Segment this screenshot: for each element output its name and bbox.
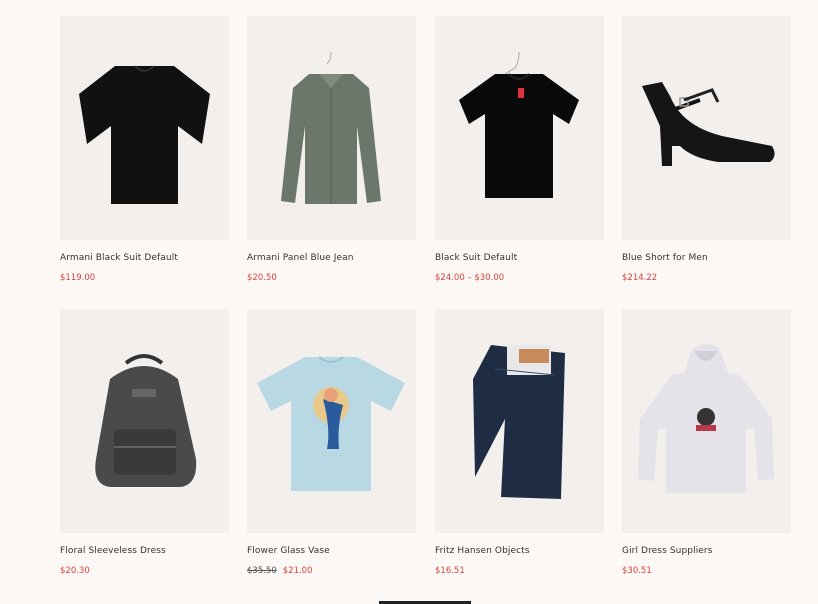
product-image-black-poncho-top[interactable] <box>60 16 229 240</box>
product-name[interactable]: Floral Sleeveless Dress <box>60 546 229 556</box>
product-grid: Armani Black Suit Default $119.00 Armani… <box>0 0 818 604</box>
product-name[interactable]: Fritz Hansen Objects <box>435 546 604 556</box>
product-price: $20.30 <box>60 566 229 576</box>
old-price: $35.50 <box>247 566 277 576</box>
product-price: $35.50 $21.00 <box>247 566 416 576</box>
product-image-gray-backpack[interactable] <box>60 309 229 533</box>
product-image-black-tshirt[interactable] <box>435 16 604 240</box>
current-price: $30.51 <box>622 566 652 576</box>
product-name[interactable]: Black Suit Default <box>435 253 604 263</box>
product-image-green-shirt[interactable] <box>247 16 416 240</box>
product-image-light-blue-tshirt[interactable] <box>247 309 416 533</box>
product-name[interactable]: Blue Short for Men <box>622 253 791 263</box>
product-price: $20.50 <box>247 273 416 283</box>
current-price: $214.22 <box>622 273 658 283</box>
current-price: $119.00 <box>60 273 96 283</box>
current-price: $20.30 <box>60 566 90 576</box>
product-price: $214.22 <box>622 273 791 283</box>
product-image-black-heels[interactable] <box>622 16 791 240</box>
product-price: $24.00 – $30.00 <box>435 273 604 283</box>
product-image-white-hoodie[interactable] <box>622 309 791 533</box>
product-price: $16.51 <box>435 566 604 576</box>
current-price: $24.00 – $30.00 <box>435 273 505 283</box>
product-name[interactable]: Girl Dress Suppliers <box>622 546 791 556</box>
current-price: $16.51 <box>435 566 465 576</box>
current-price: $20.50 <box>247 273 277 283</box>
product-price: $30.51 <box>622 566 791 576</box>
current-price: $21.00 <box>282 566 313 576</box>
product-image-denim-shorts[interactable] <box>435 309 604 533</box>
product-name[interactable]: Armani Panel Blue Jean <box>247 253 416 263</box>
product-name[interactable]: Armani Black Suit Default <box>60 253 229 263</box>
product-price: $119.00 <box>60 273 229 283</box>
product-name[interactable]: Flower Glass Vase <box>247 546 416 556</box>
